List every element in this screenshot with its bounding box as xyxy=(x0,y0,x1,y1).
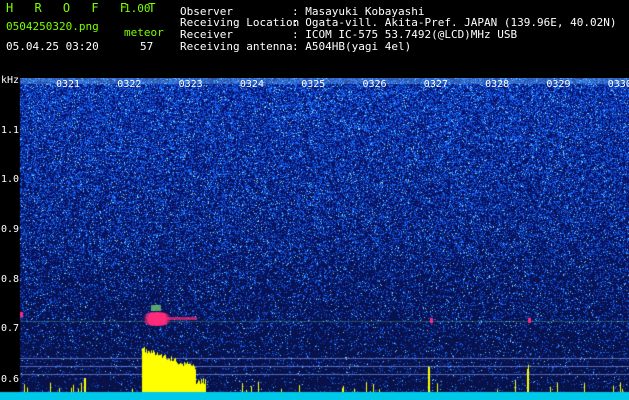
hrofft-window: { "app": { "title": "H R O F F T", "vers… xyxy=(0,0,629,400)
antenna-label: Receiving antenna xyxy=(180,40,293,53)
freq-tick-0.6: 0.6 xyxy=(1,374,20,385)
freq-tick-1.0: 1.0 xyxy=(1,174,20,185)
time-tick-0329: 0329 xyxy=(546,79,571,90)
time-tick-0321: 0321 xyxy=(56,79,81,90)
time-tick-0327: 0327 xyxy=(423,79,448,90)
freq-tick-0.9: 0.9 xyxy=(1,224,20,235)
file-name: 0504250320.png xyxy=(6,20,99,33)
freq-tick-0.8: 0.8 xyxy=(1,274,20,285)
freq-tick-1.1: 1.1 xyxy=(1,125,20,136)
unit-label: kHz xyxy=(1,75,20,86)
meteor-count: 57 xyxy=(140,40,154,53)
spectrogram-canvas xyxy=(0,78,629,400)
app-version: 1.00 xyxy=(124,2,151,15)
mode-label: meteor xyxy=(124,26,164,39)
time-tick-0326: 0326 xyxy=(362,79,387,90)
time-tick-0324: 0324 xyxy=(239,79,264,90)
observation-datetime: 05.04.25 03:20 xyxy=(6,40,99,53)
antenna-value: : A504HB(yagi 4el) xyxy=(292,40,412,53)
time-tick-0328: 0328 xyxy=(485,79,510,90)
time-tick-0322: 0322 xyxy=(117,79,142,90)
time-tick-0323: 0323 xyxy=(178,79,203,90)
time-tick-0330: 0330 xyxy=(607,79,629,90)
time-tick-0325: 0325 xyxy=(301,79,326,90)
freq-tick-0.7: 0.7 xyxy=(1,323,20,334)
